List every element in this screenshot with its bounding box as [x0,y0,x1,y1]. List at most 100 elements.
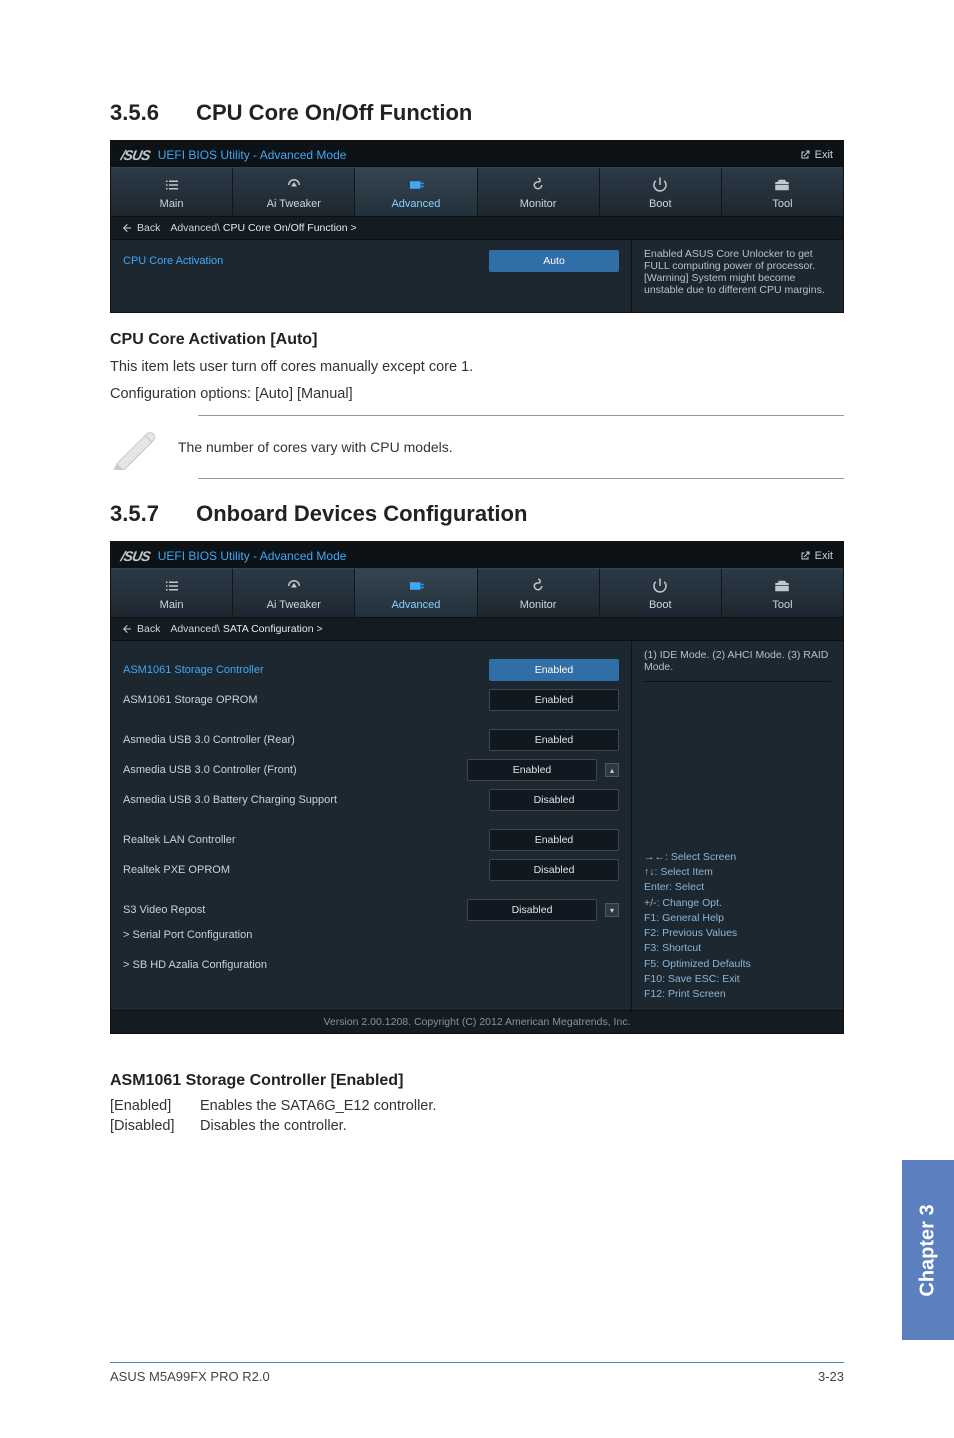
setting-value[interactable]: Enabled [489,829,619,851]
tab-tweaker[interactable]: Ai Tweaker [233,168,355,216]
section-heading-357: 3.5.7 Onboard Devices Configuration [110,501,844,527]
tab-tool[interactable]: Tool [722,569,843,617]
bios-title: UEFI BIOS Utility - Advanced Mode [158,148,347,162]
power-icon [651,577,669,595]
tab-advanced[interactable]: Advanced [355,569,477,617]
crumb-current: SATA Configuration > [223,623,323,635]
help-text: Enabled ASUS Core Unlocker to get FULL c… [631,240,843,312]
bios-titlebar: /SUS UEFI BIOS Utility - Advanced Mode E… [111,542,843,568]
bios-footer: Version 2.00.1208. Copyright (C) 2012 Am… [111,1010,843,1033]
setting-asmedia-usb-rear[interactable]: Asmedia USB 3.0 Controller (Rear) Enable… [123,729,619,751]
gauge-icon [285,176,303,194]
setting-value[interactable]: Enabled [467,759,597,781]
bios-title: UEFI BIOS Utility - Advanced Mode [158,549,347,563]
setting-label: Realtek PXE OPROM [123,864,230,876]
footer-left: ASUS M5A99FX PRO R2.0 [110,1369,270,1384]
gauge-icon [285,577,303,595]
scroll-up-handle[interactable]: ▴ [605,763,619,777]
setting-value[interactable]: Enabled [489,729,619,751]
section-number: 3.5.6 [110,100,190,126]
setting-label: Asmedia USB 3.0 Battery Charging Support [123,794,337,806]
chapter-tab: Chapter 3 [902,1160,954,1340]
chip-icon [407,577,425,595]
exit-label: Exit [815,550,833,562]
breadcrumb: Back Advanced\ CPU Core On/Off Function … [111,216,843,240]
hint-line: ↑↓: Select Item [644,865,831,880]
note-block: The number of cores vary with CPU models… [198,415,844,479]
asus-logo: /SUS [120,147,152,163]
tab-advanced[interactable]: Advanced [355,168,477,216]
exit-button[interactable]: Exit [799,550,833,562]
def-val: Enables the SATA6G_E12 controller. [200,1098,436,1114]
fan-icon [529,176,547,194]
setting-realtek-lan[interactable]: Realtek LAN Controller Enabled [123,829,619,851]
tab-boot-label: Boot [649,198,672,210]
setting-value[interactable]: Disabled [489,859,619,881]
setting-value[interactable]: Disabled [467,899,597,921]
crumb-prefix: Advanced\ [170,623,223,635]
tab-boot[interactable]: Boot [600,168,722,216]
hint-line: +/-: Change Opt. [644,896,831,911]
setting-asm1061-controller[interactable]: ASM1061 Storage Controller Enabled [123,659,619,681]
exit-button[interactable]: Exit [799,149,833,161]
setting-cpu-core-activation[interactable]: CPU Core Activation Auto [123,250,619,272]
note-text: The number of cores vary with CPU models… [178,439,453,455]
exit-icon [799,149,811,161]
tab-tool-label: Tool [772,599,792,611]
submenu-sb-azalia[interactable]: SB HD Azalia Configuration [123,959,619,971]
fan-icon [529,577,547,595]
tab-tweaker-label: Ai Tweaker [267,198,321,210]
setting-realtek-pxe-oprom[interactable]: Realtek PXE OPROM Disabled [123,859,619,881]
hint-line: Enter: Select [644,880,831,895]
tab-main[interactable]: Main [111,569,233,617]
setting-label: ASM1061 Storage Controller [123,664,264,676]
setting-value[interactable]: Disabled [489,789,619,811]
tab-tweaker[interactable]: Ai Tweaker [233,569,355,617]
back-arrow-icon [121,222,133,234]
back-button[interactable]: Back [121,222,160,234]
def-val: Disables the controller. [200,1118,347,1134]
body-text: Configuration options: [Auto] [Manual] [110,384,844,405]
definition-list: [Enabled] Enables the SATA6G_E12 control… [110,1098,844,1134]
scroll-down-handle[interactable]: ▾ [605,903,619,917]
tab-tweaker-label: Ai Tweaker [267,599,321,611]
section-title: Onboard Devices Configuration [196,501,527,526]
setting-value[interactable]: Enabled [489,689,619,711]
tab-boot[interactable]: Boot [600,569,722,617]
setting-asmedia-battery-charging[interactable]: Asmedia USB 3.0 Battery Charging Support… [123,789,619,811]
back-label: Back [137,623,160,635]
page-footer: ASUS M5A99FX PRO R2.0 3-23 [110,1362,844,1384]
subheading-cpu-core-activation: CPU Core Activation [Auto] [110,331,844,349]
bios-tabs: Main Ai Tweaker Advanced Monitor Boot To… [111,568,843,617]
asus-logo: /SUS [120,548,152,564]
tab-advanced-label: Advanced [391,599,440,611]
hint-line: F10: Save ESC: Exit [644,972,831,987]
submenu-serial-port[interactable]: Serial Port Configuration [123,929,619,941]
setting-label: Realtek LAN Controller [123,834,236,846]
power-icon [651,176,669,194]
setting-asm1061-oprom[interactable]: ASM1061 Storage OPROM Enabled [123,689,619,711]
toolbox-icon [773,577,791,595]
tab-main[interactable]: Main [111,168,233,216]
tab-monitor-label: Monitor [520,198,557,210]
hint-line: F5: Optimized Defaults [644,957,831,972]
tab-tool-label: Tool [772,198,792,210]
setting-value[interactable]: Enabled [489,659,619,681]
tab-main-label: Main [160,599,184,611]
list-icon [163,176,181,194]
tab-monitor[interactable]: Monitor [478,168,600,216]
tab-tool[interactable]: Tool [722,168,843,216]
back-button[interactable]: Back [121,623,160,635]
back-label: Back [137,222,160,234]
setting-asmedia-usb-front[interactable]: Asmedia USB 3.0 Controller (Front) Enabl… [123,759,619,781]
toolbox-icon [773,176,791,194]
setting-s3-video-repost[interactable]: S3 Video Repost Disabled ▾ [123,899,619,921]
setting-value[interactable]: Auto [489,250,619,272]
bios-panel-onboard: /SUS UEFI BIOS Utility - Advanced Mode E… [110,541,844,1034]
setting-label: ASM1061 Storage OPROM [123,694,258,706]
bios-tabs: Main Ai Tweaker Advanced Monitor Boot To… [111,167,843,216]
tab-monitor[interactable]: Monitor [478,569,600,617]
exit-label: Exit [815,149,833,161]
hint-line: F2: Previous Values [644,926,831,941]
setting-label: S3 Video Repost [123,904,205,916]
